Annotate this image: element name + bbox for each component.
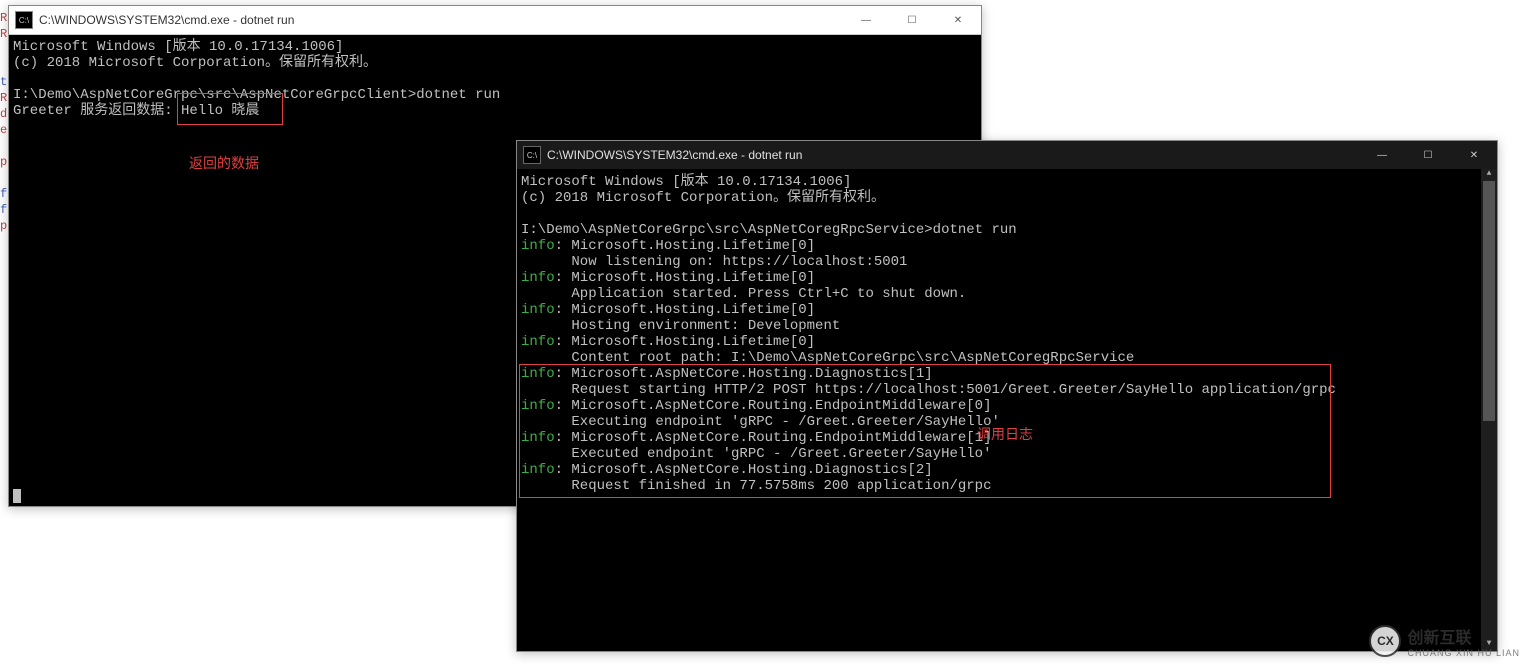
watermark-badge-icon: CX [1369,625,1401,657]
gutter-char: R [0,10,8,26]
maximize-button[interactable]: ☐ [889,6,935,34]
log-title-line: info: Microsoft.AspNetCore.Hosting.Diagn… [521,462,1479,478]
log-title-line: info: Microsoft.Hosting.Lifetime[0] [521,302,1479,318]
gutter-char: p [0,154,8,170]
log-body-line: Request starting HTTP/2 POST https://loc… [521,382,1479,398]
watermark: CX 创新互联 CHUANG XIN HU LIAN [1369,624,1520,658]
page-gutter: RR tRde p ffp [0,10,8,234]
log-level-label: info [521,270,555,286]
gutter-char [0,58,8,74]
log-level-label: info [521,334,555,350]
titlebar-client[interactable]: C:\ C:\WINDOWS\SYSTEM32\cmd.exe - dotnet… [9,6,981,35]
log-title-line: info: Microsoft.Hosting.Lifetime[0] [521,334,1479,350]
log-body-line: Hosting environment: Development [521,318,1479,334]
scrollbar[interactable]: ▲ ▼ [1481,169,1497,651]
watermark-text: 创新互联 [1407,630,1471,647]
scroll-thumb[interactable] [1483,181,1495,421]
gutter-char: R [0,26,8,42]
gutter-char: t [0,74,8,90]
gutter-char [0,138,8,154]
log-level-label: info [521,238,555,254]
terminal-line: Microsoft Windows [版本 10.0.17134.1006] [13,39,977,55]
log-level-label: info [521,398,555,414]
log-body-line: Now listening on: https://localhost:5001 [521,254,1479,270]
window-controls: — ☐ ✕ [843,6,981,34]
terminal-line: Greeter 服务返回数据: Hello 晓晨 [13,103,977,119]
terminal-line [13,71,977,87]
log-level-label: info [521,430,555,446]
log-level-label: info [521,366,555,382]
log-title-line: info: Microsoft.AspNetCore.Routing.Endpo… [521,398,1479,414]
log-title-line: info: Microsoft.Hosting.Lifetime[0] [521,270,1479,286]
titlebar-service[interactable]: C:\ C:\WINDOWS\SYSTEM32\cmd.exe - dotnet… [517,141,1497,170]
gutter-char [0,170,8,186]
terminal-line: (c) 2018 Microsoft Corporation。保留所有权利。 [521,190,1479,206]
scroll-up-icon[interactable]: ▲ [1481,169,1497,181]
log-title-line: info: Microsoft.AspNetCore.Routing.Endpo… [521,430,1479,446]
log-body-line: Request finished in 77.5758ms 200 applic… [521,478,1479,494]
terminal-line: I:\Demo\AspNetCoreGrpc\src\AspNetCoregRp… [521,222,1479,238]
window-controls: — ☐ ✕ [1359,141,1497,169]
gutter-char: f [0,202,8,218]
gutter-char: e [0,122,8,138]
log-body-line: Executing endpoint 'gRPC - /Greet.Greete… [521,414,1479,430]
terminal-line: Microsoft Windows [版本 10.0.17134.1006] [521,174,1479,190]
terminal-line: (c) 2018 Microsoft Corporation。保留所有权利。 [13,55,977,71]
close-button[interactable]: ✕ [935,6,981,34]
close-button[interactable]: ✕ [1451,141,1497,169]
watermark-subtext: CHUANG XIN HU LIAN [1407,648,1520,658]
log-level-label: info [521,302,555,318]
gutter-char: d [0,106,8,122]
log-body-line: Application started. Press Ctrl+C to shu… [521,286,1479,302]
log-level-label: info [521,462,555,478]
log-body-line: Content root path: I:\Demo\AspNetCoreGrp… [521,350,1479,366]
window-title: C:\WINDOWS\SYSTEM32\cmd.exe - dotnet run [39,13,843,27]
gutter-char: R [0,90,8,106]
gutter-char [0,42,8,58]
cmd-icon: C:\ [523,146,541,164]
cmd-window-service: C:\ C:\WINDOWS\SYSTEM32\cmd.exe - dotnet… [516,140,1498,652]
terminal-line [13,119,977,135]
gutter-char: f [0,186,8,202]
log-body-line: Executed endpoint 'gRPC - /Greet.Greeter… [521,446,1479,462]
gutter-char: p [0,218,8,234]
minimize-button[interactable]: — [1359,141,1405,169]
log-title-line: info: Microsoft.AspNetCore.Hosting.Diagn… [521,366,1479,382]
cursor-icon [13,489,21,503]
terminal-line: I:\Demo\AspNetCoreGrpc\src\AspNetCoreGrp… [13,87,977,103]
terminal-line [521,206,1479,222]
maximize-button[interactable]: ☐ [1405,141,1451,169]
log-title-line: info: Microsoft.Hosting.Lifetime[0] [521,238,1479,254]
window-title: C:\WINDOWS\SYSTEM32\cmd.exe - dotnet run [547,148,1359,162]
cmd-icon: C:\ [15,11,33,29]
minimize-button[interactable]: — [843,6,889,34]
terminal-service[interactable]: Microsoft Windows [版本 10.0.17134.1006](c… [517,170,1497,656]
